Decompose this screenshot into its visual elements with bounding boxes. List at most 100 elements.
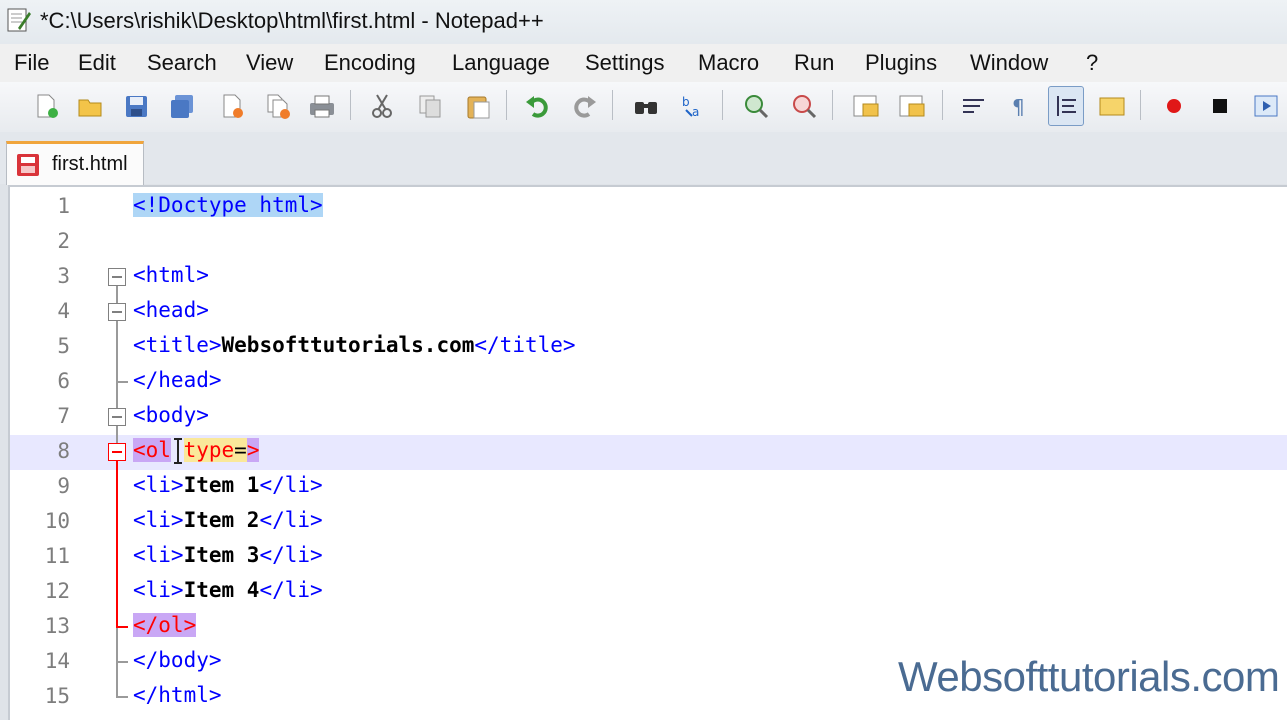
play-macro-icon[interactable] <box>1248 86 1284 126</box>
code-line: 5 <title>Websofttutorials.com</title> <box>10 330 1287 365</box>
menu-plugins[interactable]: Plugins <box>865 50 937 76</box>
menu-view[interactable]: View <box>246 50 293 76</box>
close-icon[interactable] <box>214 86 250 126</box>
tag-close: </li> <box>259 543 323 567</box>
line-number: 11 <box>44 544 70 568</box>
tag-open: <li> <box>133 473 184 497</box>
code-line: 7 <body> <box>10 400 1287 435</box>
tag-content: Item 1 <box>183 473 260 497</box>
sync-horizontal-icon[interactable] <box>894 86 930 126</box>
attribute-name: type <box>183 438 235 462</box>
line-code: <body> <box>133 403 209 427</box>
menu-help[interactable]: ? <box>1086 50 1098 76</box>
svg-text:a: a <box>692 105 699 119</box>
line-code: </ol> <box>133 613 197 637</box>
zoom-out-icon[interactable] <box>786 86 822 126</box>
toolbar-separator <box>832 90 833 120</box>
menu-encoding[interactable]: Encoding <box>324 50 416 76</box>
fold-toggle-icon[interactable] <box>108 268 126 286</box>
line-number: 9 <box>57 474 70 498</box>
menu-language[interactable]: Language <box>452 50 550 76</box>
tab-strip <box>0 132 1287 184</box>
save-all-icon[interactable] <box>164 86 200 126</box>
toolbar-separator <box>722 90 723 120</box>
line-number: 14 <box>44 649 70 673</box>
tag-content: Item 2 <box>183 508 260 532</box>
toolbar-separator <box>506 90 507 120</box>
file-modified-icon <box>17 154 39 176</box>
tag-content: Item 3 <box>183 543 260 567</box>
menu-file[interactable]: File <box>14 50 49 76</box>
close-all-icon[interactable] <box>260 86 296 126</box>
print-icon[interactable] <box>304 86 340 126</box>
line-number: 12 <box>44 579 70 603</box>
fold-toggle-icon[interactable] <box>108 303 126 321</box>
open-folder-icon[interactable] <box>72 86 108 126</box>
line-number: 4 <box>57 299 70 323</box>
text-editor[interactable]: 1 <!Doctype html> 2 3 <html> 4 <head> 5 … <box>8 185 1287 720</box>
tag-open: <li> <box>133 543 184 567</box>
record-macro-icon[interactable] <box>1156 86 1192 126</box>
fold-guide <box>116 286 118 303</box>
notepad-icon <box>7 8 31 32</box>
copy-icon[interactable] <box>412 86 448 126</box>
tag-end: > <box>246 438 260 462</box>
code-line: 10 <li>Item 2</li> <box>10 505 1287 540</box>
code-line: 3 <html> <box>10 260 1287 295</box>
line-code: <!Doctype html> <box>133 193 323 217</box>
line-number: 5 <box>57 334 70 358</box>
tag-close: </title> <box>474 333 576 357</box>
code-line: 11 <li>Item 3</li> <box>10 540 1287 575</box>
find-icon[interactable] <box>628 86 664 126</box>
paste-icon[interactable] <box>460 86 496 126</box>
tag-content: Item 4 <box>183 578 260 602</box>
code-line: 9 <li>Item 1</li> <box>10 470 1287 505</box>
word-wrap-icon[interactable] <box>956 86 992 126</box>
title-bar: *C:\Users\rishik\Desktop\html\first.html… <box>0 0 1287 44</box>
undo-icon[interactable] <box>520 86 556 126</box>
tag-open: <ol <box>133 438 171 462</box>
line-number: 3 <box>57 264 70 288</box>
replace-icon[interactable]: ba <box>676 86 712 126</box>
toolbar-separator <box>1140 90 1141 120</box>
fold-guide <box>116 426 118 443</box>
tab-label: first.html <box>52 153 128 175</box>
menu-settings[interactable]: Settings <box>585 50 665 76</box>
save-icon[interactable] <box>118 86 154 126</box>
tag-open: <title> <box>133 333 222 357</box>
window-title: *C:\Users\rishik\Desktop\html\first.html… <box>40 8 544 33</box>
menu-window[interactable]: Window <box>970 50 1048 76</box>
code-line-current: 8 <ol type=> <box>10 435 1287 470</box>
toolbar-separator <box>612 90 613 120</box>
tag-close: </li> <box>259 473 323 497</box>
code-line: 4 <head> <box>10 295 1287 330</box>
menu-run[interactable]: Run <box>794 50 834 76</box>
menu-bar: File Edit Search View Encoding Language … <box>0 44 1287 82</box>
stop-record-icon[interactable] <box>1202 86 1238 126</box>
sync-vertical-icon[interactable] <box>848 86 884 126</box>
svg-text:¶: ¶ <box>1012 95 1025 119</box>
show-all-chars-icon[interactable]: ¶ <box>1002 86 1038 126</box>
tag-open: <li> <box>133 508 184 532</box>
cut-icon[interactable] <box>364 86 400 126</box>
menu-macro[interactable]: Macro <box>698 50 759 76</box>
fold-toggle-icon[interactable] <box>108 443 126 461</box>
text-cursor-icon <box>174 438 182 464</box>
fold-toggle-icon[interactable] <box>108 408 126 426</box>
menu-search[interactable]: Search <box>147 50 217 76</box>
line-code: <ol type=> <box>133 438 260 462</box>
code-line: 1 <!Doctype html> <box>10 190 1287 225</box>
line-code: <li>Item 2</li> <box>133 508 323 532</box>
line-code: </body> <box>133 648 222 672</box>
zoom-in-icon[interactable] <box>738 86 774 126</box>
line-number: 7 <box>57 404 70 428</box>
user-lang-icon[interactable] <box>1094 86 1130 126</box>
fold-guide <box>116 461 118 627</box>
indent-guide-icon[interactable] <box>1048 86 1084 126</box>
redo-icon[interactable] <box>566 86 602 126</box>
tab-first-html[interactable]: first.html <box>6 141 144 185</box>
tag-close: </li> <box>259 578 323 602</box>
new-file-icon[interactable] <box>28 86 64 126</box>
menu-edit[interactable]: Edit <box>78 50 116 76</box>
line-code: <li>Item 4</li> <box>133 578 323 602</box>
